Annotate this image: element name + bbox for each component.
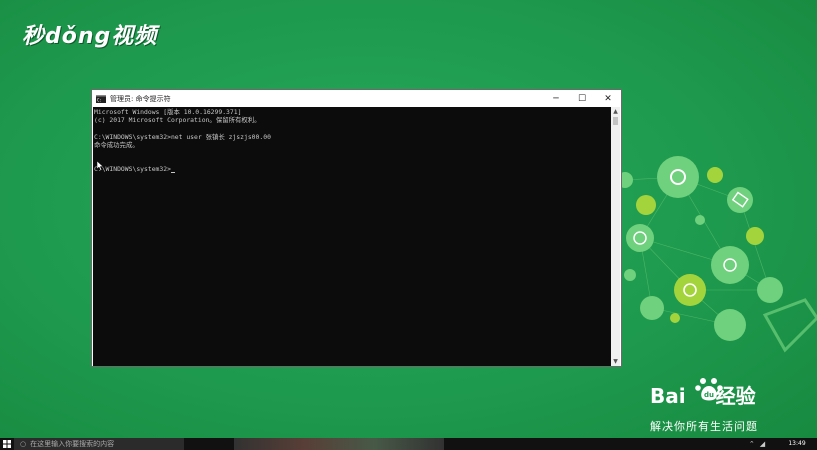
clock[interactable]: 13:49	[777, 441, 817, 447]
baidu-paw-icon: du	[695, 378, 723, 401]
watermark-logo: 秒dǒng视频	[22, 24, 158, 49]
scroll-up-icon[interactable]: ▲	[611, 107, 620, 116]
text-cursor	[170, 171, 175, 173]
minimize-button[interactable]: ─	[543, 90, 569, 107]
cmd-icon: C:	[96, 94, 106, 103]
svg-text:du: du	[704, 391, 714, 399]
decorative-bubbles	[617, 156, 817, 353]
console-prompt-line[interactable]: C:\WINDOWS\system32>	[94, 165, 611, 173]
console-output[interactable]: Microsoft Windows [版本 10.0.16299.371] (c…	[93, 107, 612, 366]
maximize-button[interactable]: ☐	[569, 90, 595, 107]
start-button[interactable]	[0, 438, 14, 450]
vertical-scrollbar[interactable]: ▲ ▼	[611, 107, 620, 366]
console-prompt: C:\WINDOWS\system32>	[94, 165, 171, 174]
close-button[interactable]: ✕	[595, 90, 621, 107]
title-bar[interactable]: C: 管理员: 命令提示符 ─ ☐ ✕	[92, 90, 621, 107]
scroll-down-icon[interactable]: ▼	[611, 357, 620, 366]
search-placeholder: 在这里输入你要搜索的内容	[30, 440, 115, 448]
baidu-slogan: 解决你所有生活问题	[650, 420, 758, 433]
svg-text:C:: C:	[97, 97, 102, 102]
windows-icon	[3, 440, 11, 448]
scrollbar-thumb[interactable]	[613, 117, 618, 125]
taskbar-search-input[interactable]: ○ 在这里输入你要搜索的内容	[14, 438, 184, 450]
volume-icon[interactable]: ◢	[760, 440, 765, 448]
console-line: 命令成功完成。	[94, 140, 139, 149]
taskbar-apps[interactable]	[184, 438, 737, 450]
system-tray[interactable]: ⌃ ◢	[737, 440, 777, 448]
command-prompt-window[interactable]: C: 管理员: 命令提示符 ─ ☐ ✕ Microsoft Windows [版…	[91, 89, 622, 367]
console-line: Microsoft Windows [版本 10.0.16299.371]	[94, 108, 242, 116]
taskbar[interactable]: ○ 在这里输入你要搜索的内容 ⌃ ◢ 13:49	[0, 438, 817, 450]
network-icon[interactable]: ⌃	[749, 440, 755, 448]
mouse-pointer-icon	[97, 161, 104, 171]
console-line: (c) 2017 Microsoft Corporation。保留所有权利。	[94, 116, 261, 125]
window-title: 管理员: 命令提示符	[110, 94, 171, 103]
blurred-taskbar-apps	[234, 438, 444, 450]
baidu-logo-left: Bai	[650, 384, 686, 408]
console-line: C:\WINDOWS\system32>net user 张镇长 zjszjs0…	[94, 132, 271, 141]
search-icon: ○	[20, 440, 27, 448]
